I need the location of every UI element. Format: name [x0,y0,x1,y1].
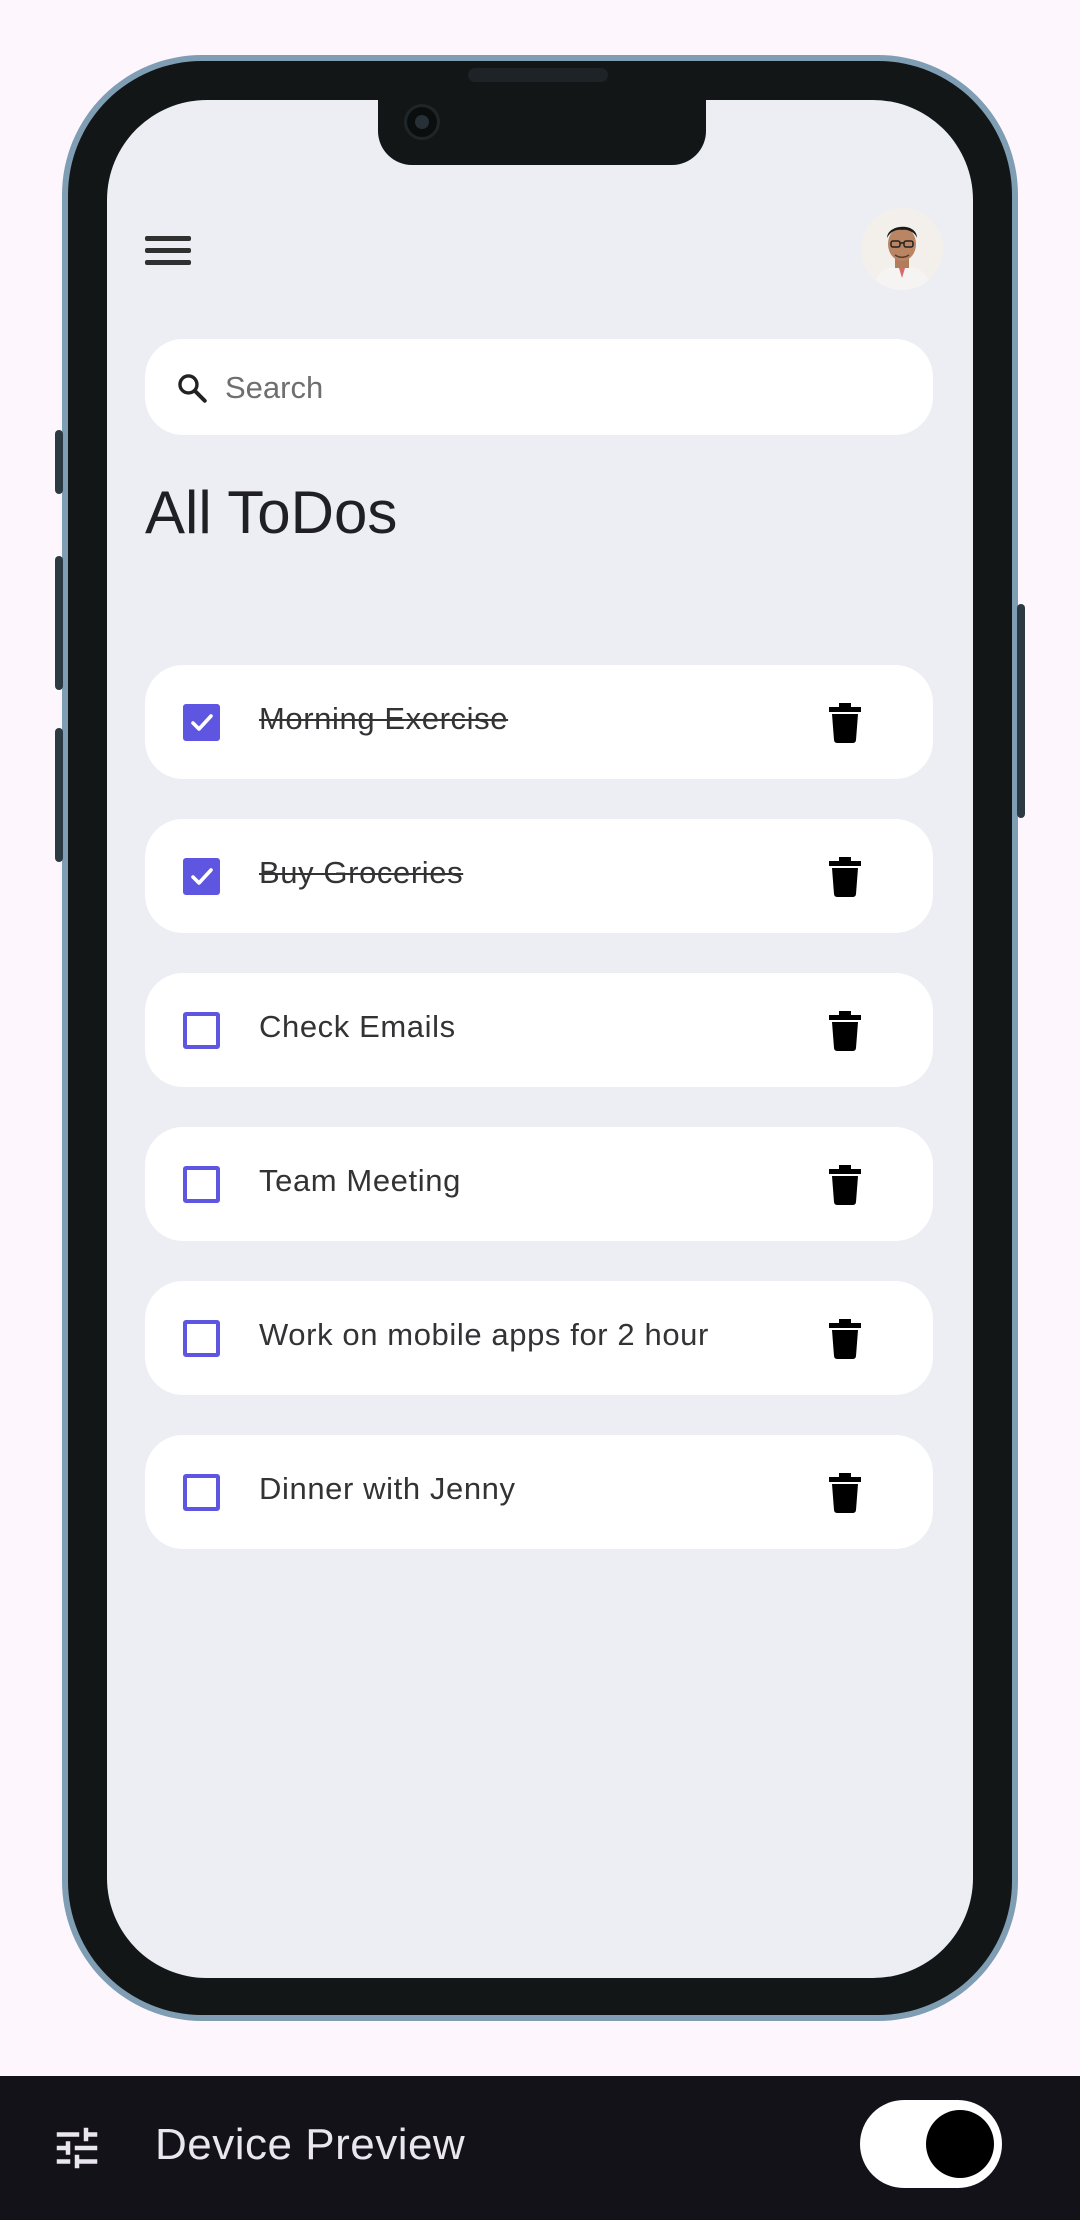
todo-checkbox[interactable] [183,858,220,895]
page-title: All ToDos [145,479,398,546]
search-input[interactable] [223,357,907,419]
todo-item[interactable]: Morning Exercise [145,665,933,779]
device-preview-toggle[interactable] [860,2100,1002,2188]
delete-icon [829,1473,861,1513]
phone-screen: All ToDos Morning Exercise Buy Groceries C… [107,100,973,1978]
todo-label: Buy Groceries [259,855,464,890]
todo-item[interactable]: Dinner with Jenny [145,1435,933,1549]
power-button [1017,604,1025,818]
device-preview-label: Device Preview [155,2120,466,2169]
profile-avatar[interactable] [861,208,943,290]
menu-icon-line [145,236,191,241]
todo-label: Work on mobile apps for 2 hour [259,1317,709,1352]
delete-button[interactable] [829,857,861,897]
search-bar[interactable] [145,339,933,435]
delete-button[interactable] [829,1473,861,1513]
volume-down-button [55,728,63,862]
avatar-image [861,208,943,290]
phone-speaker [468,68,608,82]
delete-icon [829,1165,861,1205]
todo-checkbox[interactable] [183,1166,220,1203]
delete-button[interactable] [829,1319,861,1359]
delete-icon [829,1319,861,1359]
delete-button[interactable] [829,703,861,743]
front-camera [404,104,440,140]
mute-switch [55,430,63,494]
todo-checkbox[interactable] [183,1320,220,1357]
delete-button[interactable] [829,1165,861,1205]
todo-label: Morning Exercise [259,701,509,736]
device-preview-bar: Device Preview [0,2076,1080,2220]
delete-icon [829,703,861,743]
check-icon [191,868,213,885]
toggle-knob [926,2110,994,2178]
delete-icon [829,857,861,897]
delete-button[interactable] [829,1011,861,1051]
todo-checkbox[interactable] [183,1012,220,1049]
todo-label: Check Emails [259,1009,456,1044]
todo-item[interactable]: Buy Groceries [145,819,933,933]
todo-item[interactable]: Check Emails [145,973,933,1087]
todo-item[interactable]: Team Meeting [145,1127,933,1241]
device-preview-stage: All ToDos Morning Exercise Buy Groceries C… [0,0,1080,2076]
volume-up-button [55,556,63,690]
todo-item[interactable]: Work on mobile apps for 2 hour [145,1281,933,1395]
delete-icon [829,1011,861,1051]
check-icon [191,714,213,731]
menu-button[interactable] [145,230,193,270]
todo-checkbox[interactable] [183,1474,220,1511]
tune-icon[interactable] [50,2121,104,2175]
menu-icon-line [145,260,191,265]
search-icon [178,374,207,403]
menu-icon-line [145,248,191,253]
todo-label: Dinner with Jenny [259,1471,516,1506]
todo-list: Morning Exercise Buy Groceries Check Email… [145,665,933,1589]
todo-label: Team Meeting [259,1163,461,1198]
todo-checkbox[interactable] [183,704,220,741]
